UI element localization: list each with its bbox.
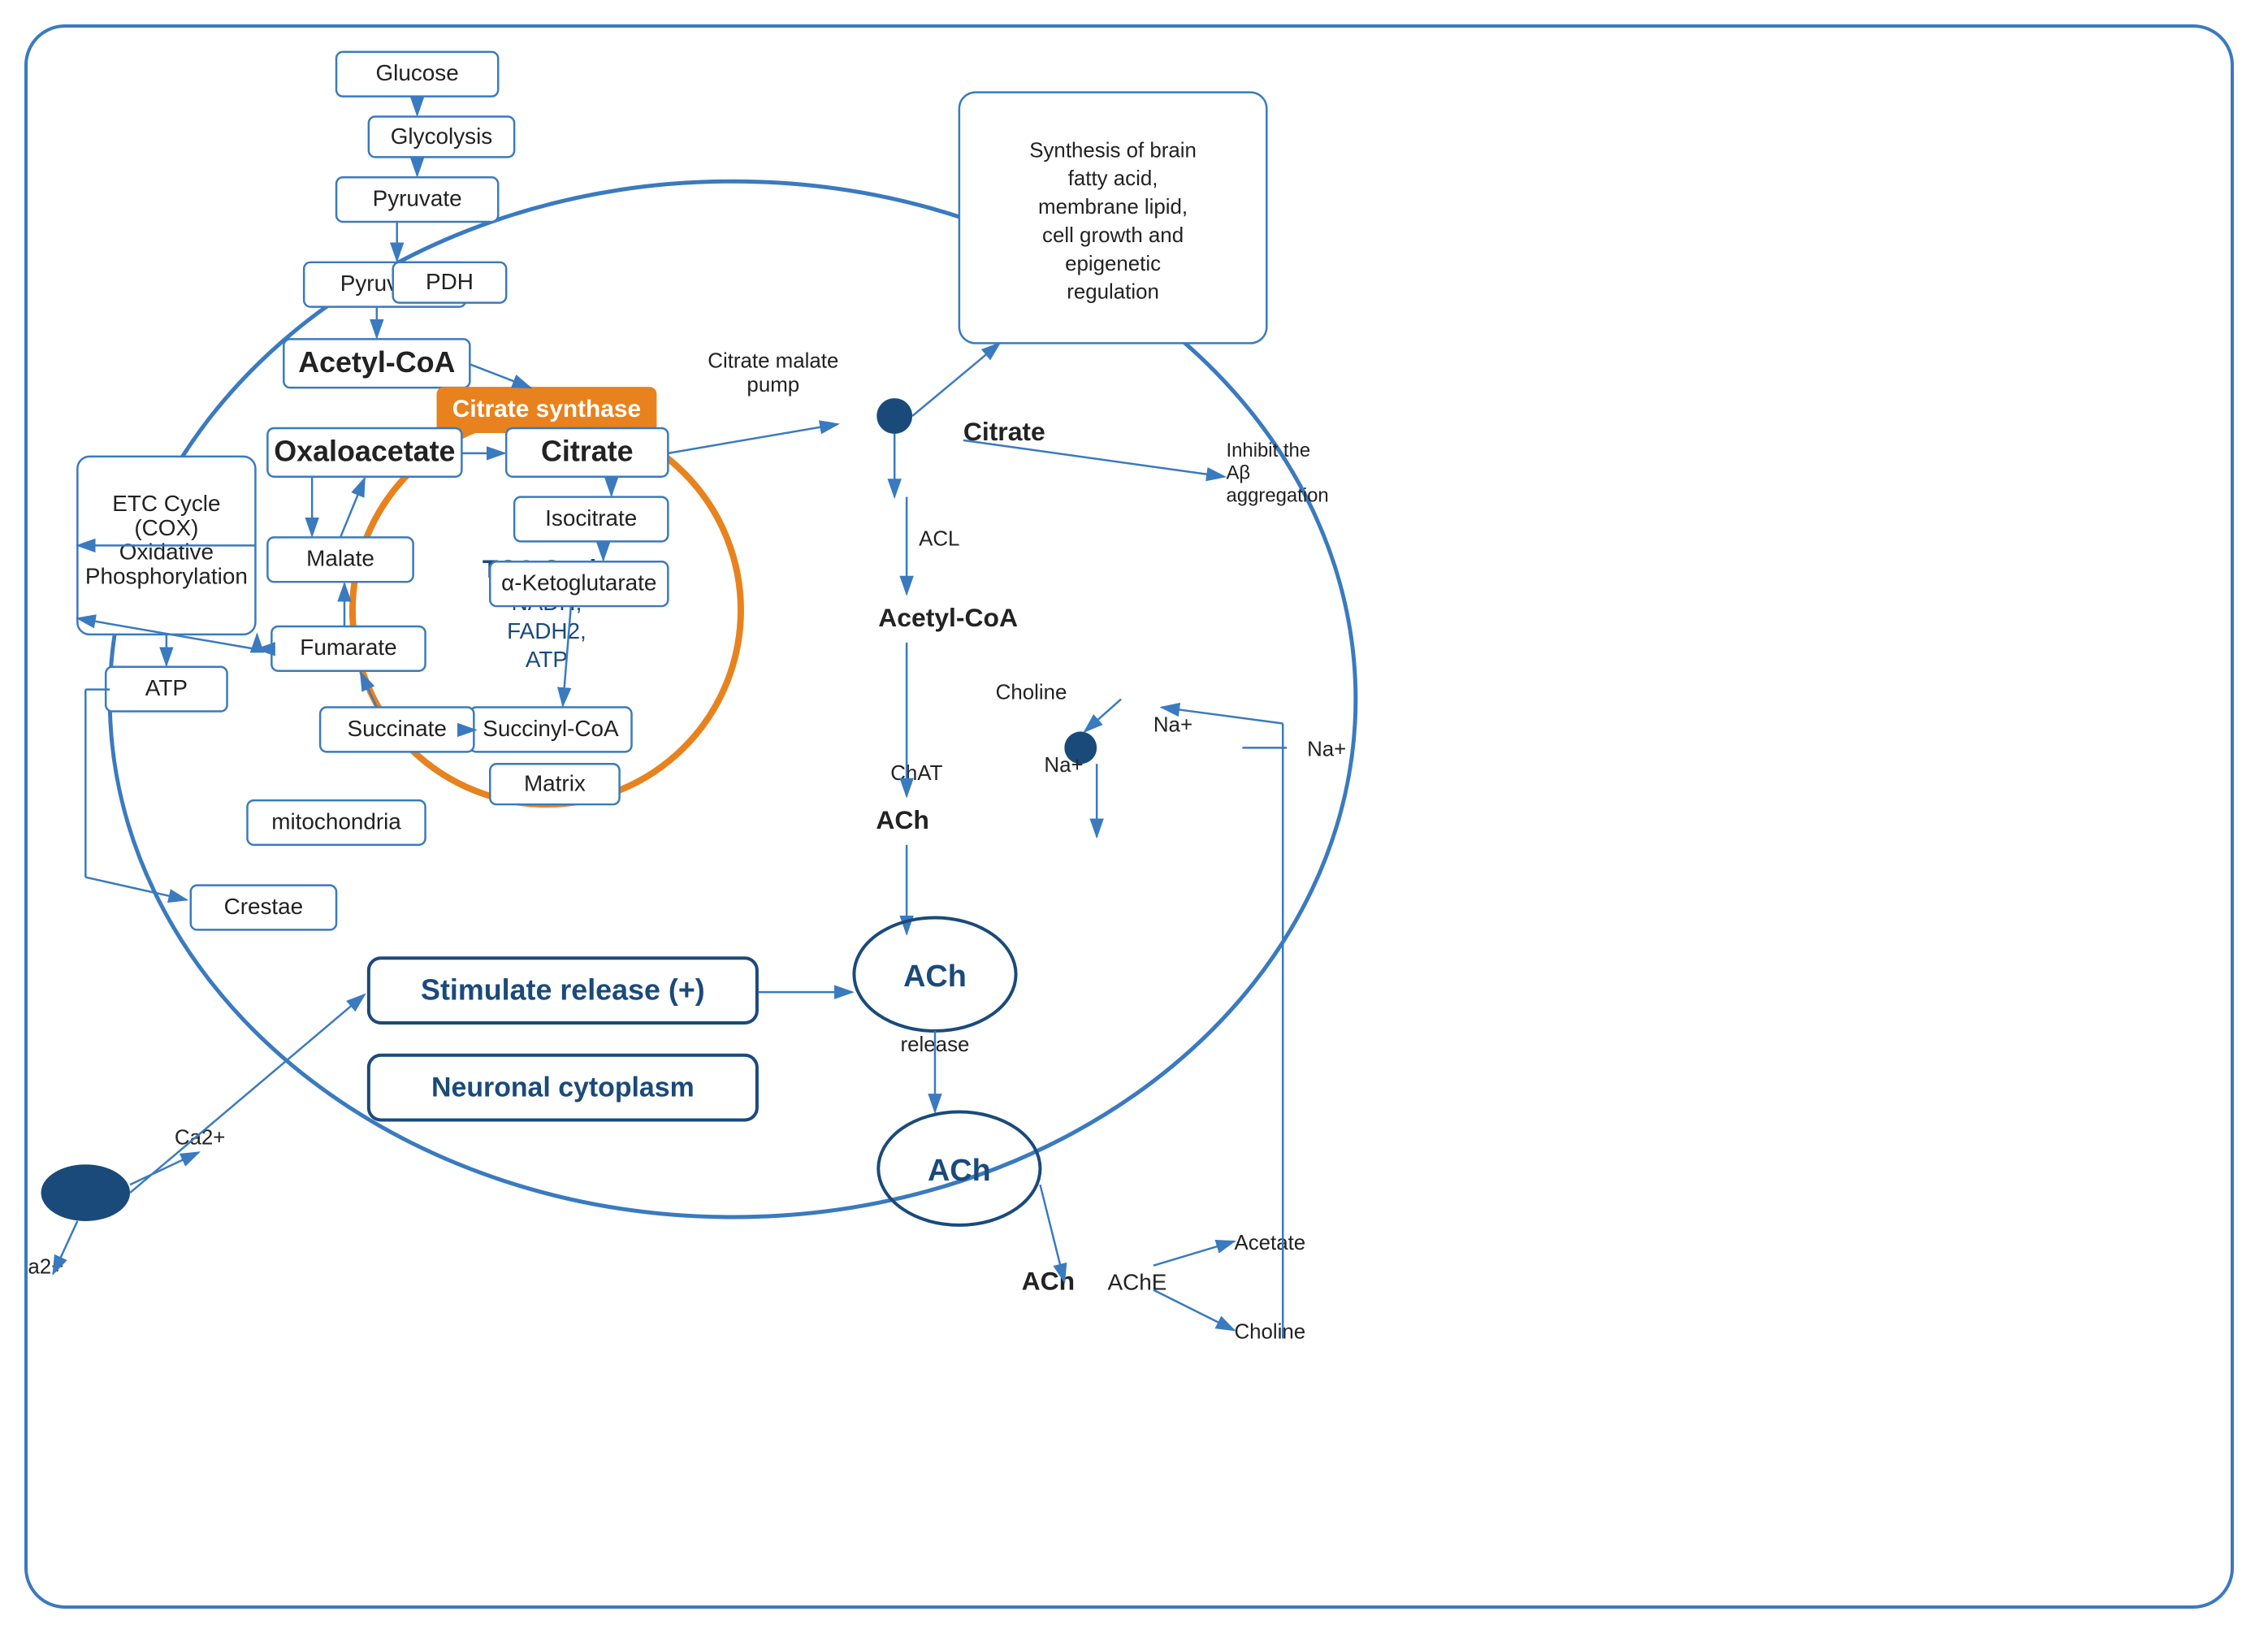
inhibit-text2: Aβ	[1227, 462, 1251, 484]
atp-text: ATP	[145, 675, 188, 700]
na-right-label: Na+	[1307, 738, 1346, 760]
mitochondria-text: mitochondria	[271, 808, 401, 834]
synthesis-text2: fatty acid,	[1068, 167, 1158, 190]
synthesis-text3: membrane lipid,	[1038, 196, 1188, 219]
stimulate-text: Stimulate release (+)	[421, 974, 705, 1007]
crestae-text: Crestae	[224, 894, 304, 919]
citrate-synthase-text: Citrate synthase	[452, 396, 641, 422]
acetyl-to-citrate-syn	[470, 364, 530, 388]
choline-label: Choline	[996, 682, 1067, 704]
pdh-text: PDH	[426, 269, 474, 294]
citrate-to-pump	[668, 424, 838, 453]
fumarate-text: Fumarate	[300, 635, 396, 660]
choline-bottom-label: Choline	[1234, 1320, 1305, 1343]
na-plus1-label: Na+	[1044, 754, 1083, 777]
neuronal-text: Neuronal cytoplasm	[431, 1072, 695, 1103]
acetyl-coa-right-label: Acetyl-CoA	[878, 603, 1018, 632]
matrix-text: Matrix	[524, 771, 586, 796]
etc-cycle-text4: Phosphorylation	[85, 564, 248, 589]
ache-to-acetate	[1153, 1241, 1235, 1266]
ach-label3-text: ACh	[1022, 1267, 1075, 1296]
citrate-malate-label: Citrate malate	[708, 349, 838, 372]
ach-oval1-text: ACh	[903, 960, 967, 994]
citrate-inner-text: Citrate	[541, 435, 634, 467]
acl-label: ACL	[919, 527, 959, 550]
choline-to-nadot	[1084, 700, 1121, 732]
succinyl-coa-text: Succinyl-CoA	[483, 716, 619, 741]
acetate-label: Acetate	[1234, 1232, 1305, 1254]
tca-atp: ATP	[526, 647, 568, 672]
synthesis-text6: regulation	[1067, 281, 1159, 304]
oxaloacetate-text: Oxaloacetate	[274, 435, 455, 467]
ca2-label1: Ca2+	[175, 1126, 226, 1149]
ache-label: AChE	[1108, 1270, 1167, 1295]
citrate-to-inhibit	[963, 440, 1225, 477]
chat-label: ChAT	[890, 762, 942, 785]
citrate-pump-dot	[876, 398, 912, 434]
synthesis-text1: Synthesis of brain	[1029, 139, 1197, 162]
ache-to-choline	[1153, 1290, 1235, 1331]
ca2-label2: Ca2+	[28, 1256, 63, 1279]
acetyl-coa-text: Acetyl-CoA	[298, 346, 455, 379]
glycolysis-text: Glycolysis	[391, 123, 492, 149]
ach-label1: ACh	[876, 805, 928, 834]
ca2-to-label2	[53, 1221, 77, 1274]
diagram-svg: ETC Cycle (COX) Oxidative Phosphorylatio…	[28, 28, 2231, 1605]
succinate-text: Succinate	[348, 716, 447, 741]
etc-cycle-text3: Oxidative	[119, 539, 214, 565]
ca2-ellipse	[41, 1164, 131, 1221]
na-plus2-label: Na+	[1153, 713, 1192, 736]
succinate-to-fumarate	[361, 673, 377, 708]
synthesis-text5: epigenetic	[1065, 253, 1161, 275]
ach-oval2-text: ACh	[928, 1154, 991, 1188]
atp-arrow-crestae	[85, 877, 186, 900]
ca2-to-label1	[130, 1152, 199, 1185]
tca-fadh2: FADH2,	[507, 618, 586, 643]
main-container: ETC Cycle (COX) Oxidative Phosphorylatio…	[24, 24, 2234, 1609]
glucose-text: Glucose	[375, 60, 458, 85]
malate-text: Malate	[306, 546, 374, 571]
synthesis-text4: cell growth and	[1042, 224, 1184, 247]
inhibit-text1: Inhibit the	[1227, 440, 1311, 461]
malate-to-oxaloacetate	[340, 479, 365, 538]
pyruvate1-text: Pyruvate	[373, 185, 462, 210]
alpha-keto-text: α-Ketoglutarate	[501, 570, 656, 596]
etc-cycle-text2: (COX)	[134, 515, 198, 540]
citrate-malate-label2: pump	[747, 374, 799, 396]
pump-to-synthesis	[912, 343, 1000, 416]
isocitrate-text: Isocitrate	[545, 505, 637, 531]
etc-cycle-text: ETC Cycle	[112, 491, 220, 516]
inhibit-text3: aggregation	[1227, 485, 1329, 507]
